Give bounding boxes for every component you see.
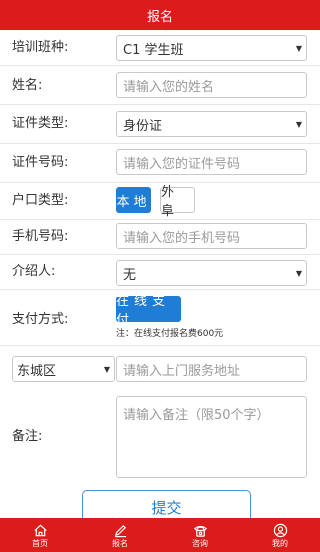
tab-mine[interactable]: 我的 xyxy=(240,518,320,552)
tab-home-label: 首页 xyxy=(32,538,48,548)
id-number-input-placeholder: 请输入您的证件号码 xyxy=(123,156,241,172)
tab-mine-label: 我的 xyxy=(272,538,288,548)
id-number-label: 证件号码: xyxy=(12,155,69,170)
name-row: 姓名: 请输入您的姓名 xyxy=(0,66,320,105)
hukou-option-nonlocal[interactable]: 外阜 xyxy=(160,185,195,219)
class-label: 培训班种: xyxy=(12,40,69,55)
id-type-label: 证件类型: xyxy=(12,116,69,131)
hukou-row: 户口类型: 本地 外阜 xyxy=(0,183,320,220)
phone-input[interactable]: 请输入您的手机号码 xyxy=(116,223,307,249)
name-input[interactable]: 请输入您的姓名 xyxy=(116,72,307,98)
page-header: 报名 xyxy=(0,0,320,30)
tab-consult-label: 咨询 xyxy=(192,538,208,548)
phone-icon xyxy=(193,525,207,537)
payment-label: 支付方式: xyxy=(12,312,69,327)
chevron-down-icon: ▼ xyxy=(295,269,302,278)
referrer-select-value: 无 xyxy=(123,267,137,283)
address-input-placeholder: 请输入上门服务地址 xyxy=(123,363,241,379)
phone-label: 手机号码: xyxy=(12,229,69,244)
user-icon xyxy=(273,523,287,537)
class-row: 培训班种: C1 学生班 ▼ xyxy=(0,30,320,66)
id-type-select-value: 身份证 xyxy=(123,118,163,134)
id-number-row: 证件号码: 请输入您的证件号码 xyxy=(0,144,320,183)
district-select-value: 东城区 xyxy=(17,363,57,379)
edit-icon xyxy=(114,524,126,537)
remark-label: 备注: xyxy=(12,429,43,444)
phone-input-placeholder: 请输入您的手机号码 xyxy=(123,230,241,246)
address-row: 东城区 ▼ 请输入上门服务地址 xyxy=(0,346,320,392)
hukou-option-local[interactable]: 本地 xyxy=(116,187,151,213)
payment-note: 注：在线支付报名费600元 xyxy=(116,329,224,339)
chevron-down-icon: ▼ xyxy=(295,44,302,53)
tab-register[interactable]: 报名 xyxy=(80,518,160,552)
address-input[interactable]: 请输入上门服务地址 xyxy=(116,356,307,382)
payment-row: 支付方式: 在线支付 注：在线支付报名费600元 xyxy=(0,290,320,346)
home-icon xyxy=(33,524,47,536)
referrer-label: 介绍人: xyxy=(12,264,56,279)
tab-home[interactable]: 首页 xyxy=(0,518,80,552)
page-title: 报名 xyxy=(146,9,173,25)
class-select[interactable]: C1 学生班 ▼ xyxy=(116,35,307,61)
phone-row: 手机号码: 请输入您的手机号码 xyxy=(0,220,320,255)
remark-textarea[interactable]: 请输入备注（限50个字） xyxy=(116,396,307,478)
payment-option-online[interactable]: 在线支付 xyxy=(116,294,181,328)
id-number-input[interactable]: 请输入您的证件号码 xyxy=(116,149,307,175)
remark-placeholder: 请输入备注（限50个字） xyxy=(123,408,270,423)
name-label: 姓名: xyxy=(12,78,43,93)
class-select-value: C1 学生班 xyxy=(123,42,184,58)
chevron-down-icon: ▼ xyxy=(295,120,302,129)
referrer-row: 介绍人: 无 ▼ xyxy=(0,255,320,290)
hukou-label: 户口类型: xyxy=(12,193,69,208)
referrer-select[interactable]: 无 ▼ xyxy=(116,260,307,286)
tab-register-label: 报名 xyxy=(112,538,128,548)
district-select[interactable]: 东城区 ▼ xyxy=(12,356,115,382)
name-input-placeholder: 请输入您的姓名 xyxy=(123,79,215,95)
tab-consult[interactable]: 咨询 xyxy=(160,518,240,552)
id-type-row: 证件类型: 身份证 ▼ xyxy=(0,105,320,144)
bottom-tab-bar: 首页 报名 咨询 我的 xyxy=(0,518,320,552)
id-type-select[interactable]: 身份证 ▼ xyxy=(116,111,307,137)
chevron-down-icon: ▼ xyxy=(103,365,110,374)
